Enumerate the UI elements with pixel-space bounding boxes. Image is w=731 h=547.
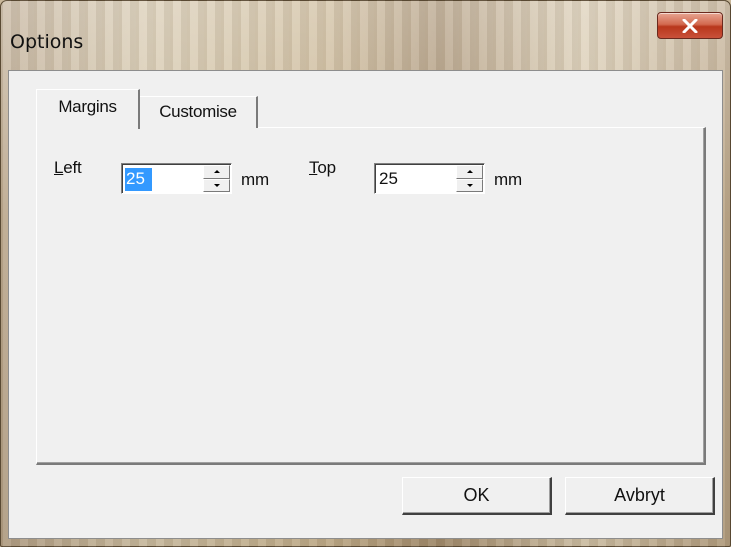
ok-button[interactable]: OK bbox=[402, 477, 552, 515]
top-spin-up-button[interactable] bbox=[456, 165, 483, 179]
close-icon bbox=[681, 18, 699, 33]
chevron-up-icon bbox=[466, 170, 473, 174]
close-button[interactable] bbox=[657, 12, 723, 39]
top-margin-spinner[interactable] bbox=[374, 163, 485, 194]
left-label: Left bbox=[54, 158, 82, 177]
tab-customise[interactable]: Customise bbox=[140, 96, 258, 128]
dialog-client-area: Left mm Top mm Margins Customise OK Avbr… bbox=[8, 70, 723, 539]
tab-margins[interactable]: Margins bbox=[36, 89, 140, 129]
left-margin-spinner[interactable] bbox=[121, 163, 232, 194]
chevron-down-icon bbox=[466, 183, 473, 187]
window-title: Options bbox=[10, 31, 84, 53]
top-spin-down-button[interactable] bbox=[456, 178, 483, 192]
left-margin-input[interactable] bbox=[124, 166, 188, 191]
left-spin-up-button[interactable] bbox=[203, 165, 230, 179]
top-margin-input[interactable] bbox=[377, 166, 441, 191]
top-label: Top bbox=[309, 158, 336, 177]
top-unit-label: mm bbox=[494, 170, 522, 189]
chevron-down-icon bbox=[213, 183, 220, 187]
cancel-button[interactable]: Avbryt bbox=[565, 477, 715, 515]
tab-panel-margins: Left mm Top mm bbox=[36, 127, 706, 465]
left-spin-down-button[interactable] bbox=[203, 178, 230, 192]
left-unit-label: mm bbox=[241, 170, 269, 189]
chevron-up-icon bbox=[213, 170, 220, 174]
